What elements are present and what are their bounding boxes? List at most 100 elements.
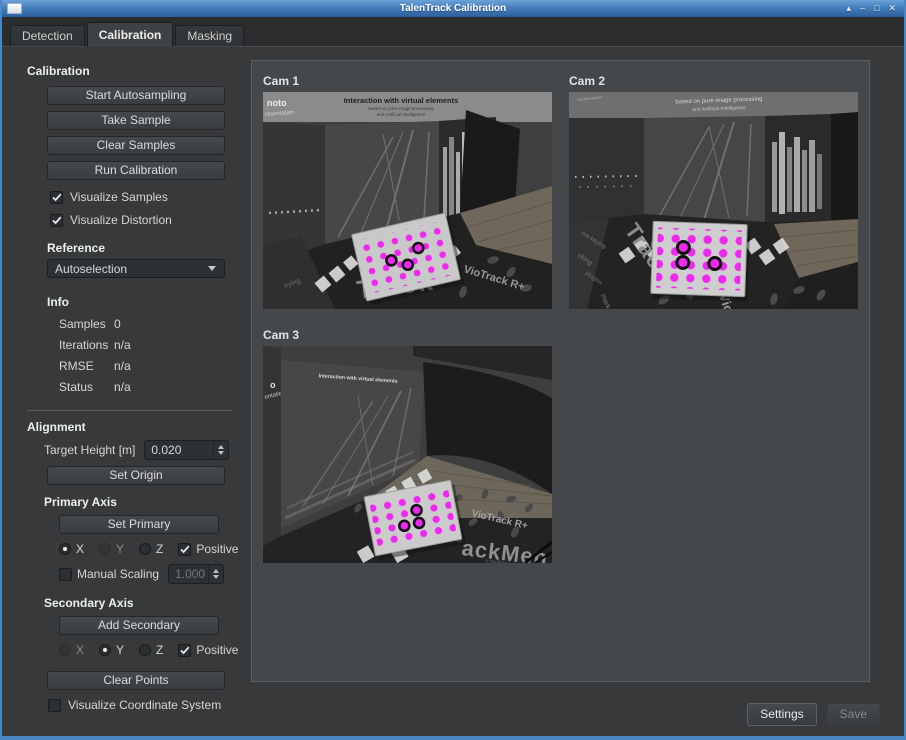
visualize-samples-label: Visualize Samples <box>70 190 168 204</box>
camera-views-panel: Cam 1 Interaction with virtual elements … <box>251 60 870 682</box>
chevron-down-icon <box>208 266 216 271</box>
footer-bar: Settings Save <box>747 703 880 726</box>
cam3-label: Cam 3 <box>263 328 552 342</box>
info-label: Iterations <box>59 338 114 352</box>
spinner-arrows[interactable] <box>213 441 228 459</box>
take-sample-button[interactable]: Take Sample <box>47 111 225 130</box>
visualize-distortion-label: Visualize Distortion <box>70 213 172 227</box>
save-button[interactable]: Save <box>827 703 880 726</box>
info-row-rmse: RMSE n/a <box>59 359 250 373</box>
primary-axis-heading: Primary Axis <box>44 495 250 509</box>
spin-up-icon[interactable] <box>218 445 224 449</box>
spin-down-icon[interactable] <box>213 575 219 579</box>
manual-scaling-value: 1.000 <box>169 565 208 583</box>
primary-z-label: Z <box>156 542 163 556</box>
app-window: TalenTrack Calibration ▴ – □ ✕ Detection… <box>0 0 906 740</box>
manual-scaling-label: Manual Scaling <box>77 567 159 581</box>
tab-calibration[interactable]: Calibration <box>87 22 174 47</box>
spinner-arrows[interactable] <box>208 565 223 583</box>
visualize-cs-label: Visualize Coordinate System <box>68 698 221 712</box>
info-row-iterations: Iterations n/a <box>59 338 250 352</box>
cam2-block: Cam 2 based on pure image processing and… <box>569 74 858 309</box>
info-heading: Info <box>47 295 250 309</box>
manual-scaling-row: Manual Scaling 1.000 <box>59 564 250 584</box>
settings-button[interactable]: Settings <box>747 703 816 726</box>
secondary-axis-heading: Secondary Axis <box>44 596 250 610</box>
info-value: n/a <box>114 380 131 394</box>
section-divider <box>27 410 232 411</box>
reference-heading: Reference <box>47 241 250 255</box>
maximize-icon[interactable]: □ <box>874 4 879 13</box>
visualize-distortion-checkbox[interactable]: Visualize Distortion <box>50 213 250 227</box>
secondary-z-label: Z <box>156 643 163 657</box>
keep-above-icon[interactable]: ▴ <box>846 4 851 13</box>
checkbox-checked-icon <box>50 214 63 227</box>
tab-masking[interactable]: Masking <box>175 25 244 46</box>
manual-scaling-spinbox[interactable]: 1.000 <box>168 564 224 584</box>
primary-positive-checkbox[interactable] <box>178 543 191 556</box>
minimize-icon[interactable]: – <box>860 4 865 13</box>
manual-scaling-checkbox[interactable] <box>59 568 72 581</box>
cam2-label: Cam 2 <box>569 74 858 88</box>
cam1-image[interactable]: Interaction with virtual elements based … <box>263 92 552 309</box>
tab-detection[interactable]: Detection <box>10 25 85 46</box>
run-calibration-button[interactable]: Run Calibration <box>47 161 225 180</box>
secondary-y-label: Y <box>116 643 124 657</box>
visualize-samples-checkbox[interactable]: Visualize Samples <box>50 190 250 204</box>
screen-sub1-text: based on pure image processing <box>368 106 434 111</box>
clear-points-button[interactable]: Clear Points <box>47 671 225 690</box>
screen-title-text: Interaction with virtual elements <box>344 96 459 105</box>
clear-samples-button[interactable]: Clear Samples <box>47 136 225 155</box>
target-height-spinbox[interactable]: 0.020 <box>144 440 229 460</box>
corner-text: noto <box>267 98 287 108</box>
primary-z-radio[interactable] <box>139 543 151 555</box>
add-secondary-button[interactable]: Add Secondary <box>59 616 219 635</box>
set-primary-button[interactable]: Set Primary <box>59 515 219 534</box>
calibration-target-board <box>651 221 751 301</box>
primary-y-label: Y <box>116 542 124 556</box>
primary-y-radio[interactable] <box>99 543 111 555</box>
info-value: 0 <box>114 317 121 331</box>
secondary-y-radio[interactable] <box>99 644 111 656</box>
info-value: n/a <box>114 338 131 352</box>
secondary-positive-checkbox[interactable] <box>178 644 191 657</box>
info-label: Status <box>59 380 114 394</box>
secondary-z-radio[interactable] <box>139 644 151 656</box>
secondary-axis-options: X Y Z Positive <box>59 643 250 657</box>
secondary-x-label: X <box>76 643 84 657</box>
close-icon[interactable]: ✕ <box>888 4 896 13</box>
checkbox-unchecked-icon <box>48 699 61 712</box>
cam1-block: Cam 1 Interaction with virtual elements … <box>263 74 552 309</box>
info-row-status: Status n/a <box>59 380 250 394</box>
cam1-label: Cam 1 <box>263 74 552 88</box>
reference-dropdown[interactable]: Autoselection <box>47 259 225 278</box>
checkbox-checked-icon <box>50 191 63 204</box>
info-label: RMSE <box>59 359 114 373</box>
spin-down-icon[interactable] <box>218 451 224 455</box>
spin-up-icon[interactable] <box>213 569 219 573</box>
screen-sub2-text: and Artificial Intelligence <box>377 112 426 117</box>
target-height-label: Target Height [m] <box>44 443 135 457</box>
info-row-samples: Samples 0 <box>59 317 250 331</box>
secondary-positive-label: Positive <box>196 643 238 657</box>
calibration-sidebar: Calibration Start Autosampling Take Samp… <box>2 47 250 687</box>
cam2-image[interactable]: based on pure image processing and Artif… <box>569 92 858 309</box>
reference-selected-value: Autoselection <box>48 262 208 276</box>
cam3-block: Cam 3 o entation Interaction with virtua… <box>263 328 552 563</box>
info-label: Samples <box>59 317 114 331</box>
primary-axis-options: X Y Z Positive <box>59 542 250 556</box>
start-autosampling-button[interactable]: Start Autosampling <box>47 86 225 105</box>
primary-positive-label: Positive <box>196 542 238 556</box>
alignment-heading: Alignment <box>27 420 250 434</box>
titlebar[interactable]: TalenTrack Calibration ▴ – □ ✕ <box>2 0 904 17</box>
cam3-image[interactable]: o entation Interaction with virtual elem… <box>263 346 552 563</box>
target-height-value: 0.020 <box>145 441 213 459</box>
visualize-cs-checkbox[interactable]: Visualize Coordinate System <box>48 698 250 712</box>
primary-x-radio[interactable] <box>59 543 71 555</box>
corner-text: o <box>270 380 276 390</box>
secondary-x-radio[interactable] <box>59 644 71 656</box>
set-origin-button[interactable]: Set Origin <box>47 466 225 485</box>
calibration-heading: Calibration <box>27 64 250 78</box>
primary-x-label: X <box>76 542 84 556</box>
tab-bar: Detection Calibration Masking <box>2 17 904 47</box>
